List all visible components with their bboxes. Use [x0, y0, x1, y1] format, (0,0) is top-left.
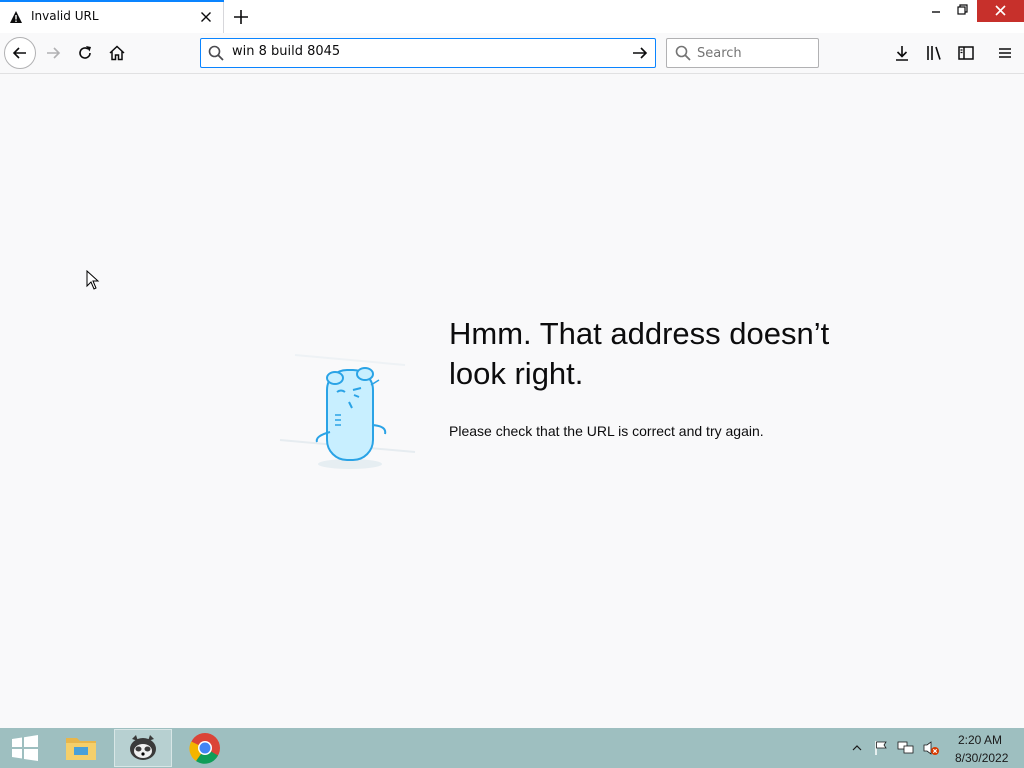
- taskbar-item-firefox[interactable]: [114, 729, 172, 767]
- file-explorer-icon[interactable]: [64, 733, 98, 763]
- library-icon[interactable]: [925, 44, 943, 62]
- flag-icon[interactable]: [873, 740, 889, 756]
- windows-start-icon[interactable]: [11, 735, 39, 761]
- mouse-pointer-icon: [86, 270, 100, 290]
- reload-icon[interactable]: [76, 44, 94, 62]
- sidebar-icon[interactable]: [957, 44, 975, 62]
- close-tab-icon[interactable]: [198, 9, 214, 25]
- minimize-icon: [932, 11, 940, 13]
- firefox-icon: [130, 735, 156, 760]
- back-arrow-icon: [12, 47, 26, 59]
- error-description: Please check that the URL is correct and…: [449, 423, 764, 439]
- close-window-button[interactable]: [977, 0, 1024, 22]
- restore-button[interactable]: [950, 0, 976, 22]
- tab-title: Invalid URL: [31, 9, 99, 23]
- confused-animal-illustration: [279, 354, 416, 469]
- back-button[interactable]: [4, 37, 36, 69]
- restore-icon: [957, 4, 968, 15]
- clock-time[interactable]: 2:20 AM: [958, 733, 1002, 747]
- active-tab-indicator: [0, 0, 224, 2]
- go-arrow-icon[interactable]: [631, 44, 649, 62]
- new-tab-icon[interactable]: [230, 6, 252, 28]
- search-icon: [208, 45, 224, 61]
- network-icon[interactable]: [897, 740, 915, 756]
- forward-arrow-icon[interactable]: [44, 44, 62, 62]
- clock-date[interactable]: 8/30/2022: [955, 751, 1008, 765]
- close-icon: [995, 5, 1006, 16]
- warning-icon: [10, 11, 22, 23]
- show-hidden-icons-icon[interactable]: [852, 744, 862, 752]
- minimize-button[interactable]: [922, 0, 950, 22]
- url-input[interactable]: win 8 build 8045: [232, 44, 340, 59]
- menu-icon[interactable]: [996, 44, 1014, 62]
- home-icon[interactable]: [108, 44, 126, 62]
- search-placeholder: Search: [697, 46, 742, 61]
- chrome-icon[interactable]: [189, 732, 221, 764]
- download-icon[interactable]: [893, 44, 911, 62]
- volume-muted-icon[interactable]: [922, 740, 940, 756]
- search-icon: [675, 45, 691, 61]
- error-title: Hmm. That address doesn’t look right.: [449, 316, 830, 391]
